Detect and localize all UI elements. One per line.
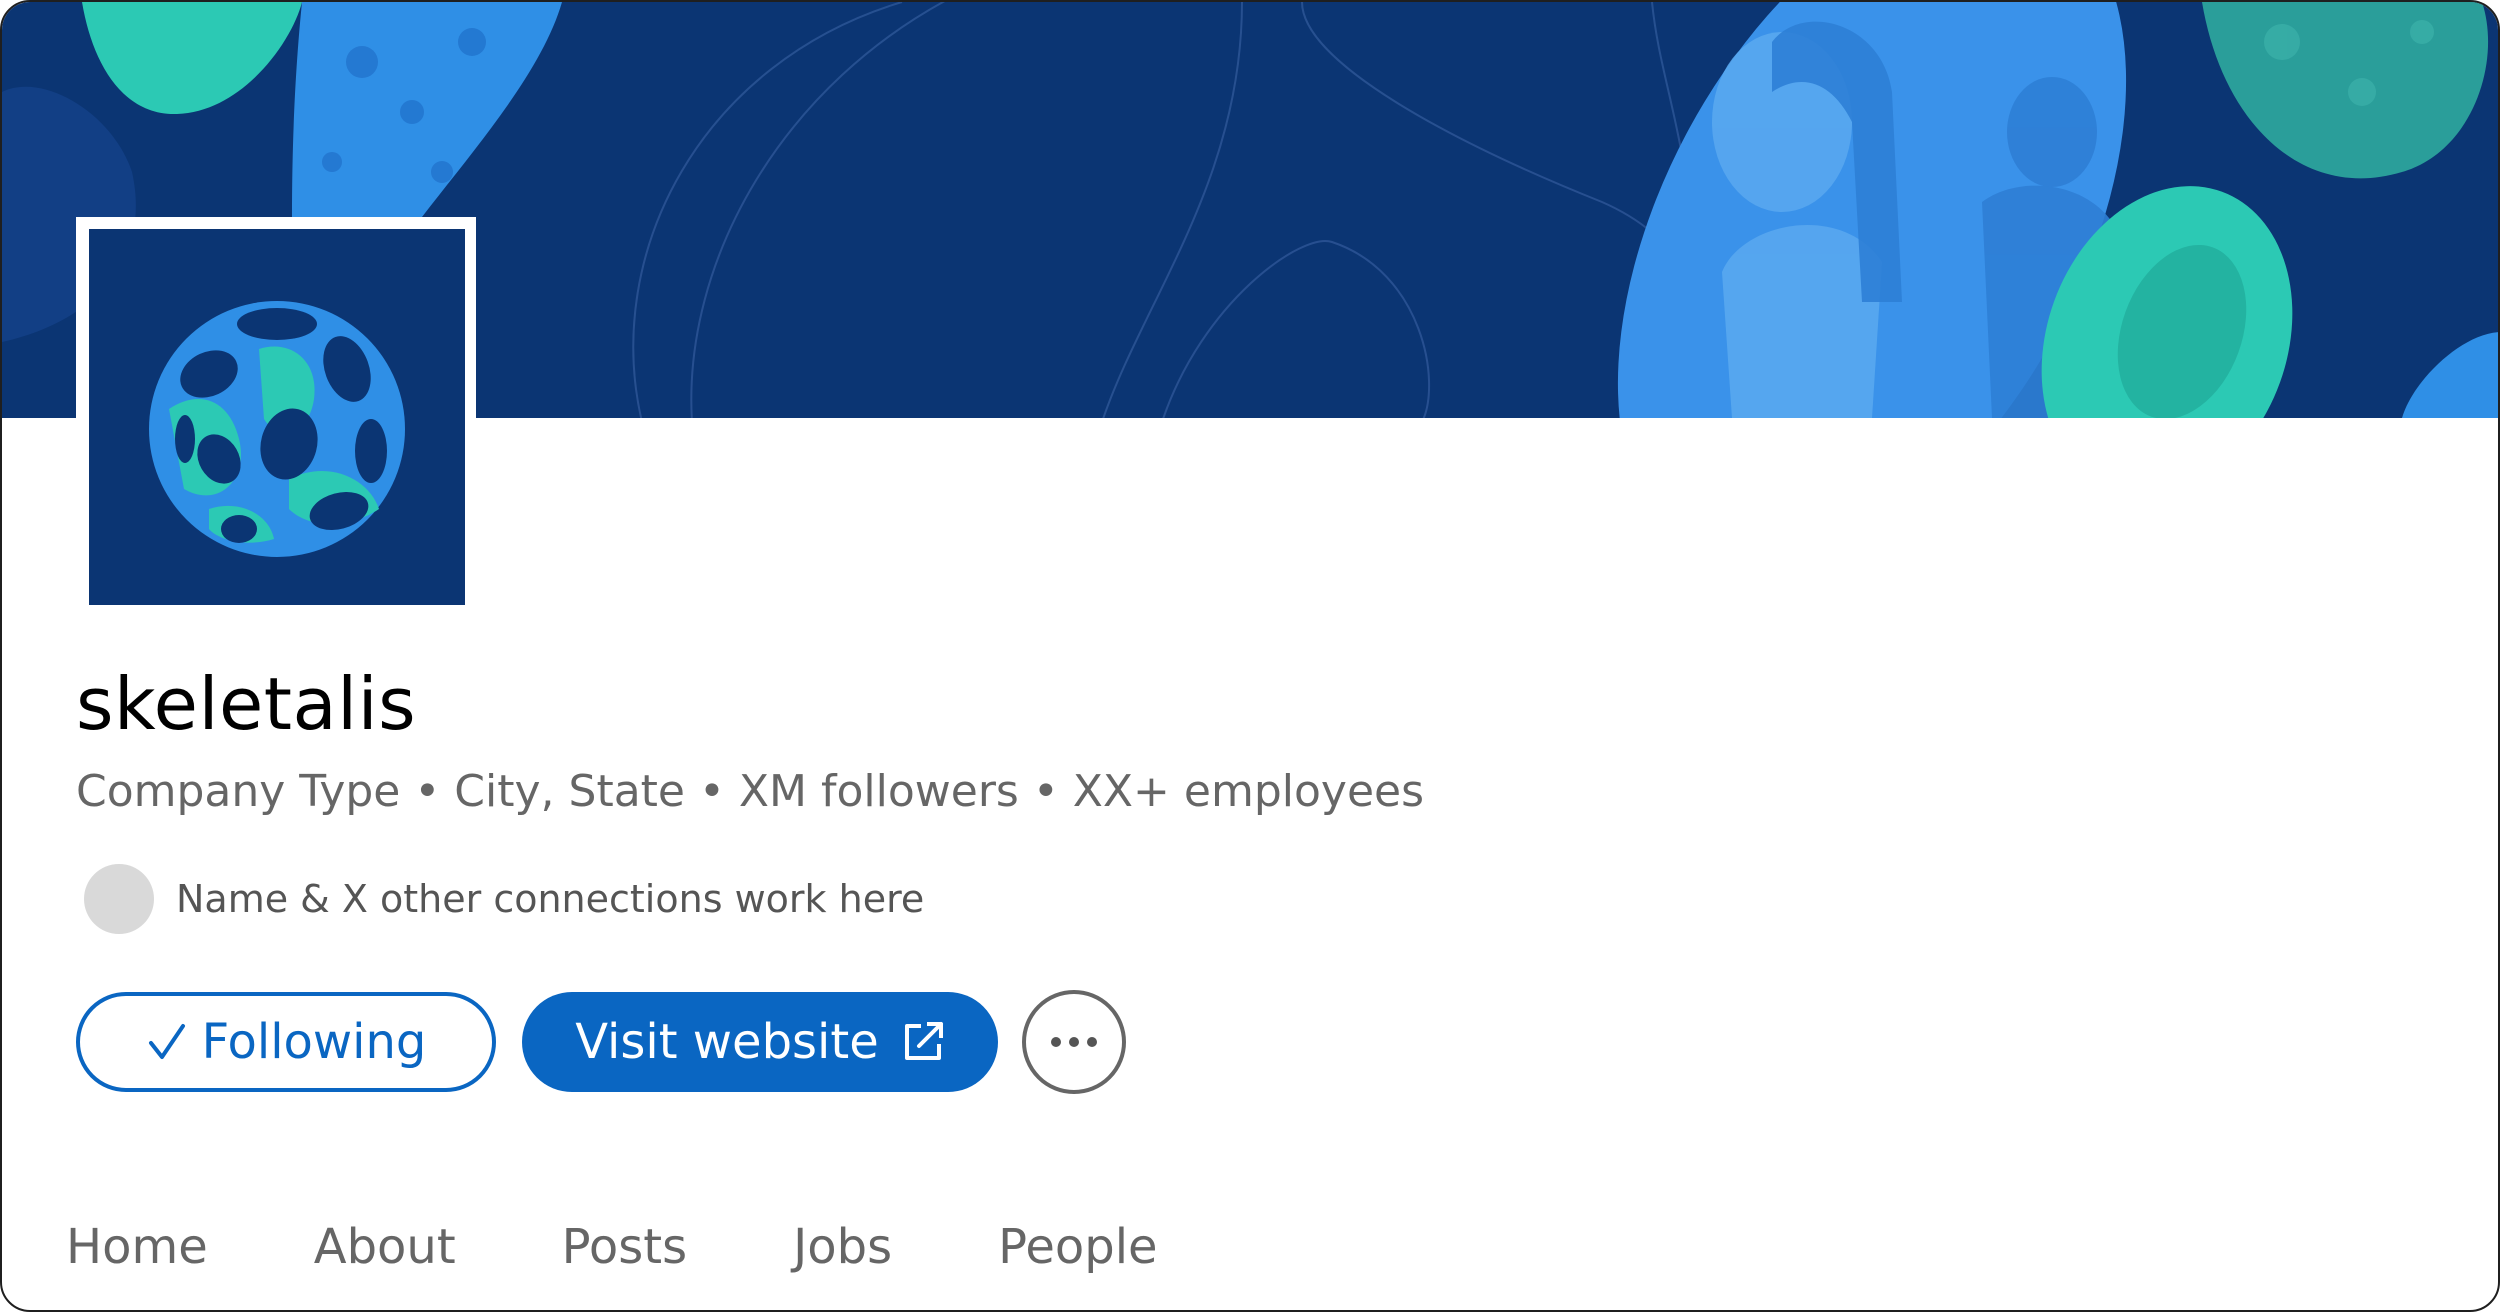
company-page: skeletalis Company Type • City, State • … <box>0 0 2500 1312</box>
company-meta: Company Type • City, State • XM follower… <box>76 766 1425 817</box>
logo-background <box>89 229 465 605</box>
company-tabs: Home About Posts Jobs People <box>66 1212 1264 1282</box>
connections-row[interactable]: Name & X other connections work here <box>84 864 924 934</box>
tab-home[interactable]: Home <box>66 1219 208 1275</box>
globe-logo-icon <box>149 301 405 557</box>
checkmark-icon <box>146 1021 188 1063</box>
company-logo <box>76 217 476 609</box>
external-link-icon <box>901 1020 945 1064</box>
visit-website-button[interactable]: Visit website <box>522 992 998 1092</box>
company-name: skeletalis <box>76 662 417 746</box>
tab-posts[interactable]: Posts <box>562 1219 687 1275</box>
tab-about[interactable]: About <box>314 1219 456 1275</box>
avatar <box>84 864 154 934</box>
more-options-button[interactable] <box>1022 990 1126 1094</box>
tab-jobs[interactable]: Jobs <box>793 1219 892 1275</box>
tab-people[interactable]: People <box>998 1219 1157 1275</box>
visit-website-label: Visit website <box>575 1014 879 1070</box>
more-horizontal-icon <box>1051 1037 1097 1047</box>
following-button[interactable]: Following <box>76 992 496 1092</box>
connections-text: Name & X other connections work here <box>176 877 925 921</box>
following-label: Following <box>201 1014 427 1070</box>
